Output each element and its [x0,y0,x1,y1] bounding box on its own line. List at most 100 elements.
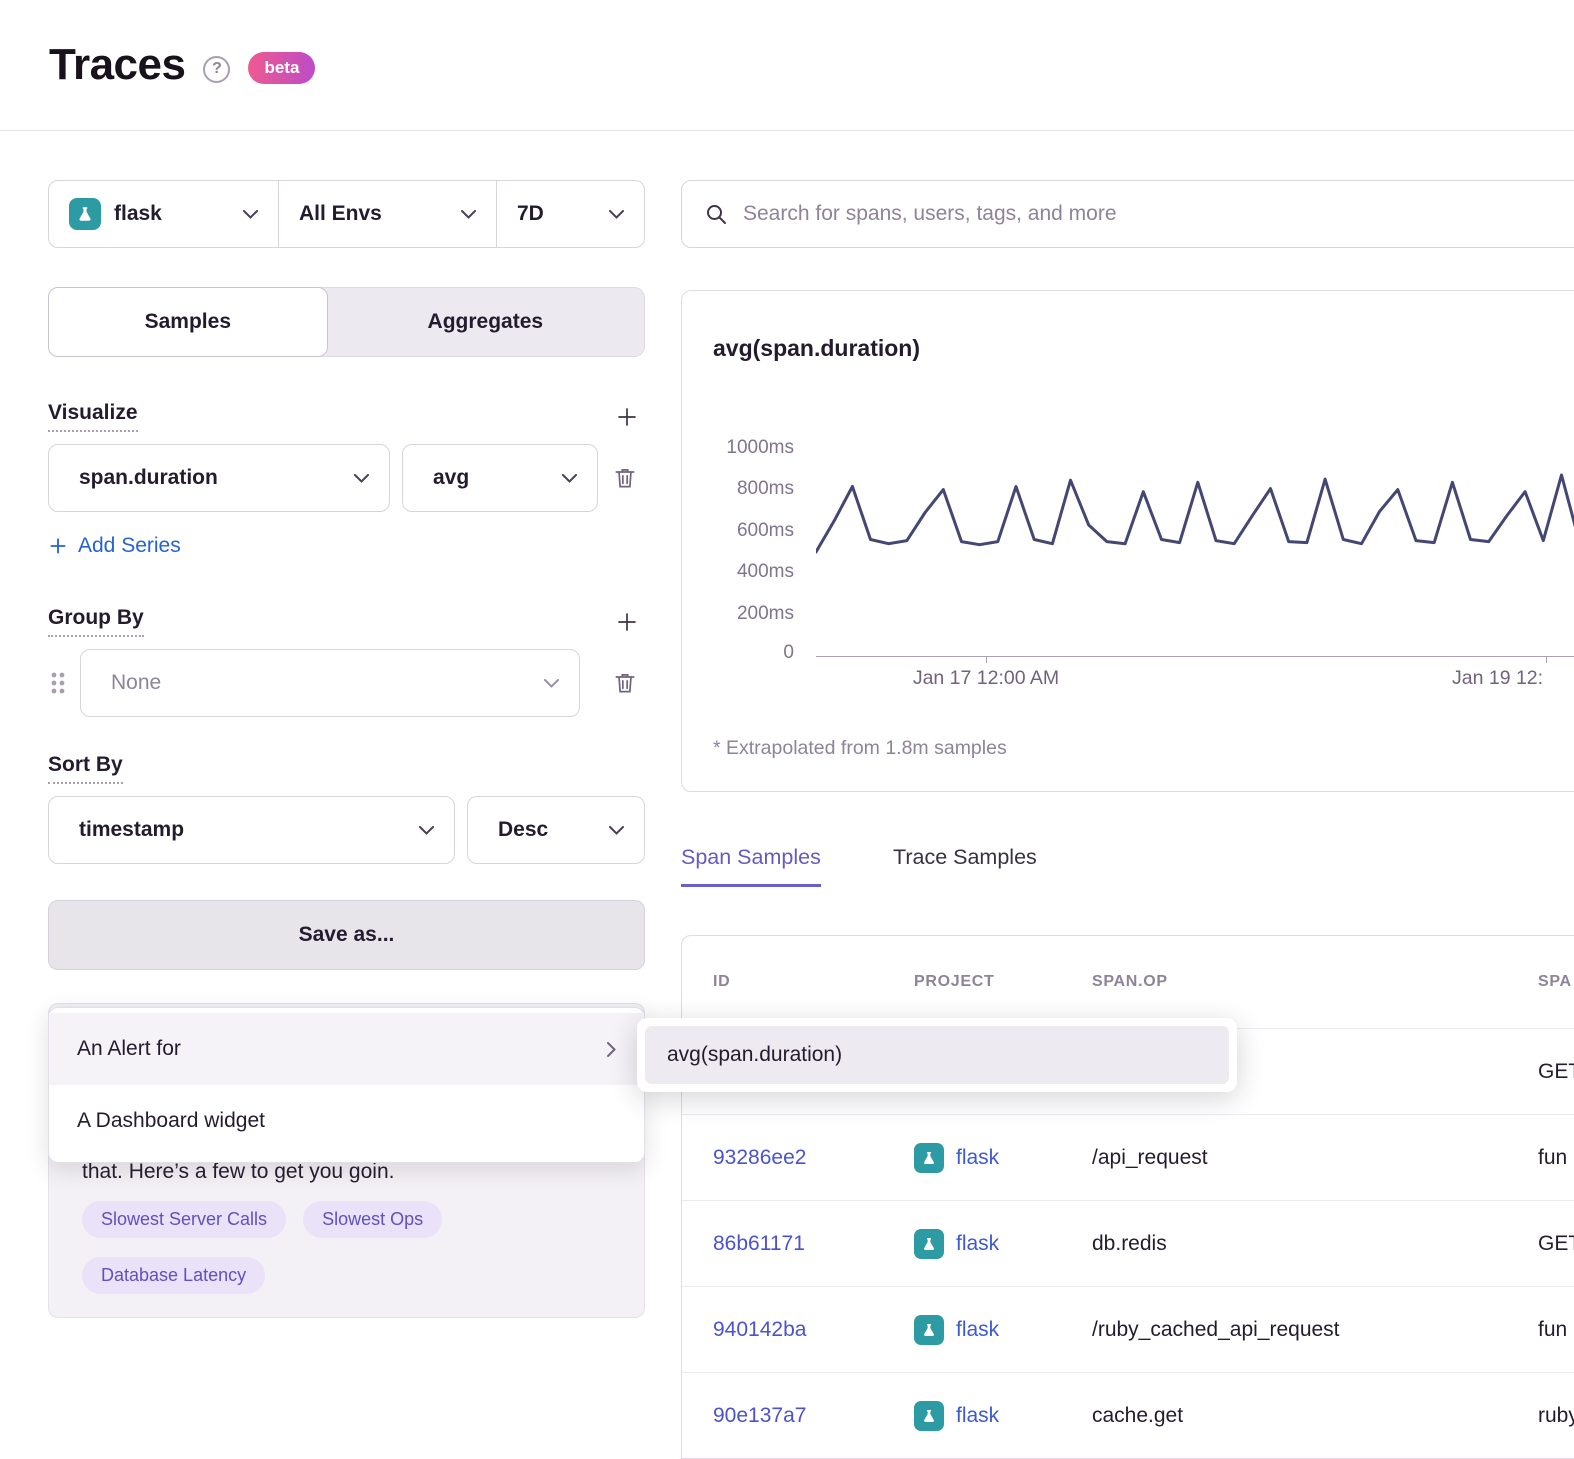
sort-by-row: timestamp Desc [48,796,645,864]
menu-item-label: An Alert for [77,1037,181,1061]
sort-field-select[interactable]: timestamp [48,796,455,864]
span-op-cell: /api_request [1092,1146,1538,1170]
project-selector[interactable]: flask [49,181,278,247]
visualize-aggregate-value: avg [433,466,469,490]
project-selector-label: flask [114,202,162,226]
tab-trace-samples[interactable]: Trace Samples [893,845,1037,884]
span-extra-cell: ruby [1538,1404,1574,1428]
tab-aggregates[interactable]: Aggregates [327,288,644,356]
beta-badge: beta [248,52,315,84]
group-by-placeholder: None [111,671,161,695]
delete-group-by-icon[interactable] [612,670,638,696]
flask-project-icon [914,1315,944,1345]
column-header-project: PROJECT [914,973,1092,991]
y-axis-tick: 1000ms [682,437,794,459]
search-icon [704,202,728,226]
project-cell[interactable]: flask [914,1315,1092,1345]
save-as-submenu: avg(span.duration) [637,1018,1237,1092]
chevron-down-icon [544,679,559,688]
date-range-selector-label: 7D [517,202,544,226]
project-link[interactable]: flask [956,1318,999,1342]
chart-card: avg(span.duration) 1000ms 800ms 600ms 40… [681,290,1574,792]
duration-line-chart[interactable] [816,448,1574,656]
table-row: 90e137a7 flask cache.get ruby [682,1372,1574,1458]
chevron-right-icon [607,1042,616,1057]
sort-direction-select[interactable]: Desc [467,796,645,864]
drag-handle-icon[interactable] [48,669,68,697]
span-extra-cell: fun [1538,1318,1574,1342]
results-panel: avg(span.duration) 1000ms 800ms 600ms 40… [681,180,1574,1459]
environment-selector-label: All Envs [299,202,382,226]
project-link[interactable]: flask [956,1404,999,1428]
menu-item-an-alert-for[interactable]: An Alert for [49,1013,644,1085]
y-axis-tick: 400ms [682,561,794,583]
project-link[interactable]: flask [956,1232,999,1256]
add-group-by-button[interactable] [615,610,639,634]
flask-project-icon [914,1229,944,1259]
chevron-down-icon [609,826,624,835]
visualize-header: Visualize [48,401,645,432]
samples-table: ID PROJECT SPAN.OP SPA GET 93286ee2 flas… [681,935,1574,1459]
page-header: Traces ? beta [0,0,1574,131]
y-axis-tick: 800ms [682,478,794,500]
environment-selector[interactable]: All Envs [278,181,496,247]
x-axis-line [816,656,1574,657]
add-series-label: Add Series [78,534,181,558]
span-op-cell: db.redis [1092,1232,1538,1256]
suggestion-slowest-server-calls[interactable]: Slowest Server Calls [82,1201,286,1238]
project-link[interactable]: flask [956,1146,999,1170]
table-header: ID PROJECT SPAN.OP SPA [682,936,1574,1028]
group-by-label: Group By [48,606,144,637]
menu-item-dashboard-widget[interactable]: A Dashboard widget [49,1085,644,1157]
date-range-selector[interactable]: 7D [496,181,644,247]
chevron-down-icon [562,474,577,483]
y-axis-tick: 0 [682,642,794,664]
suggestion-slowest-ops[interactable]: Slowest Ops [303,1201,442,1238]
visualize-aggregate-select[interactable]: avg [402,444,598,512]
help-icon[interactable]: ? [203,56,230,83]
group-by-header: Group By [48,606,645,637]
tab-span-samples[interactable]: Span Samples [681,845,821,887]
sort-field-value: timestamp [79,818,184,842]
submenu-item-avg-span-duration[interactable]: avg(span.duration) [645,1026,1229,1084]
delete-visualize-icon[interactable] [612,465,638,491]
x-axis-tickmark [1546,656,1547,663]
project-cell[interactable]: flask [914,1401,1092,1431]
span-op-cell: /ruby_cached_api_request [1092,1318,1538,1342]
save-as-menu: An Alert for A Dashboard widget [48,1007,645,1163]
span-id-link[interactable]: 90e137a7 [713,1404,914,1428]
save-as-button[interactable]: Save as... [48,900,645,970]
group-by-select[interactable]: None [80,649,580,717]
span-id-link[interactable]: 93286ee2 [713,1146,914,1170]
span-extra-cell: GET [1538,1232,1574,1256]
group-by-row: None [48,649,645,717]
column-header-id: ID [713,973,914,991]
suggestion-database-latency[interactable]: Database Latency [82,1257,265,1294]
flask-project-icon [914,1401,944,1431]
query-builder-panel: flask All Envs 7D Samples Aggregates Vis… [48,180,645,970]
add-series-button[interactable]: Add Series [48,534,181,558]
chevron-down-icon [609,210,624,219]
visualize-row: span.duration avg [48,444,645,512]
project-cell[interactable]: flask [914,1229,1092,1259]
table-row: 940142ba flask /ruby_cached_api_request … [682,1286,1574,1372]
add-visualize-button[interactable] [615,405,639,429]
column-header-span-op: SPAN.OP [1092,973,1538,991]
x-axis-tick: Jan 17 12:00 AM [913,667,1059,690]
project-cell[interactable]: flask [914,1143,1092,1173]
search-bar[interactable] [681,180,1574,248]
y-axis-tick: 600ms [682,520,794,542]
span-extra-cell: fun [1538,1146,1574,1170]
page-filter-bar: flask All Envs 7D [48,180,645,248]
span-id-link[interactable]: 86b61171 [713,1232,914,1256]
chevron-down-icon [354,474,369,483]
span-id-link[interactable]: 940142ba [713,1318,914,1342]
chevron-down-icon [243,210,258,219]
column-header-spa: SPA [1538,973,1574,991]
span-op-cell: cache.get [1092,1404,1538,1428]
visualize-label: Visualize [48,401,138,432]
visualize-field-select[interactable]: span.duration [48,444,390,512]
chevron-down-icon [461,210,476,219]
tab-samples[interactable]: Samples [48,287,328,357]
search-input[interactable] [743,202,1574,226]
